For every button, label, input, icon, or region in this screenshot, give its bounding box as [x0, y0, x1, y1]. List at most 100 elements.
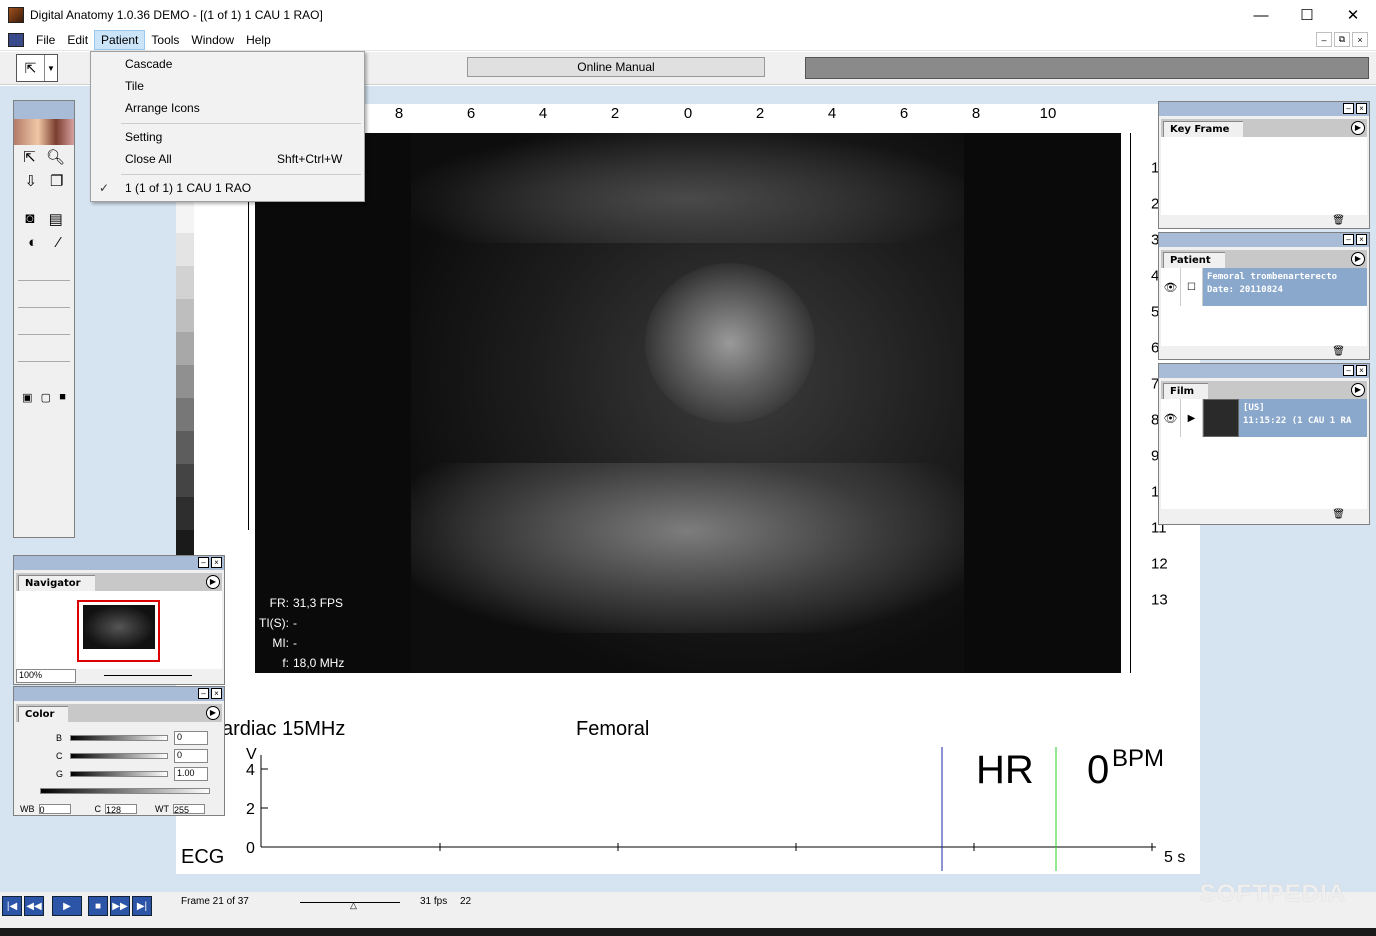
mdi-close-button[interactable]: × [1352, 32, 1368, 47]
eye-icon[interactable]: 👁︎ [1161, 268, 1181, 306]
ruler-tick-label: 6 [899, 105, 909, 122]
ruler-tick-label: 4 [538, 105, 548, 122]
ruler-tick-label: 10 [1039, 105, 1057, 122]
b-value-input[interactable]: 0 [174, 731, 208, 745]
panel-close-button[interactable]: × [211, 688, 222, 699]
panel-menu-icon[interactable]: ▶ [1351, 252, 1365, 266]
panel-minimize-button[interactable]: – [198, 688, 209, 699]
menu-patient[interactable]: Patient [94, 30, 146, 50]
tab-patient[interactable]: Patient [1163, 252, 1225, 268]
tab-color[interactable]: Color [18, 706, 69, 722]
ecg-y-tick: 4 [246, 762, 255, 779]
avatar[interactable] [14, 119, 74, 145]
g-value-input[interactable]: 1.00 [174, 767, 208, 781]
c-value-input[interactable]: 0 [174, 749, 208, 763]
patient-list-item[interactable]: 👁︎ ☐ Femoral trombenarterecto Date: 2011… [1161, 268, 1367, 306]
panel-menu-icon[interactable]: ▶ [1351, 383, 1365, 397]
zoom-slider[interactable] [104, 675, 192, 676]
checkbox[interactable]: ☐ [1181, 268, 1203, 306]
panel-close-button[interactable]: × [211, 557, 222, 568]
layout-icon[interactable]: ■ [59, 391, 66, 404]
trash-icon[interactable]: 🗑︎ [1332, 509, 1345, 520]
ecg-y-unit: V [246, 746, 257, 763]
panel-menu-icon[interactable]: ▶ [206, 575, 220, 589]
stop-button[interactable]: ■ [88, 896, 108, 916]
navigator-thumbnail[interactable] [77, 600, 160, 662]
menu-item-close-all[interactable]: Close All Shft+Ctrl+W [91, 148, 364, 170]
menu-item-window-1[interactable]: ✓ 1 (1 of 1) 1 CAU 1 RAO [91, 177, 364, 199]
ruler-tick-label: 2 [755, 105, 765, 122]
menu-item-arrange-icons[interactable]: Arrange Icons [91, 97, 364, 119]
panel-menu-icon[interactable]: ▶ [1351, 121, 1365, 135]
panel-minimize-button[interactable]: – [1343, 365, 1354, 376]
menu-item-tile[interactable]: Tile [91, 75, 364, 97]
menu-bar: File Edit Patient Tools Window Help – ⧉ … [0, 30, 1376, 51]
mdi-restore-button[interactable]: ⧉ [1334, 32, 1350, 47]
frame-counter: Frame 21 of 37 [181, 896, 249, 907]
mdi-minimize-button[interactable]: – [1316, 32, 1332, 47]
fast-forward-button[interactable]: ▶▶ [110, 896, 130, 916]
layout-icon[interactable]: ▣ [22, 391, 32, 404]
menu-tools[interactable]: Tools [145, 31, 185, 49]
tool-palette: ⇱ 🔍︎ ⇩ ❐ ◙ ▤ ◐ ⁄ ▣ ▢ ■ [13, 100, 75, 538]
title-bar: Digital Anatomy 1.0.36 DEMO - [(1 of 1) … [0, 0, 1376, 30]
ruler-tick-label: 6 [466, 105, 476, 122]
menu-item-setting[interactable]: Setting [91, 126, 364, 148]
top-ruler: 8 6 4 2 0 2 4 6 8 10 [370, 105, 1090, 127]
panel-minimize-button[interactable]: – [198, 557, 209, 568]
contrast-icon[interactable]: ◐ [28, 234, 37, 251]
film-time: 11:15:22 (1 CAU 1 RA [1243, 416, 1352, 426]
play-button[interactable]: ▶ [52, 896, 82, 916]
hr-label: HR [976, 748, 1034, 792]
panel-menu-icon[interactable]: ▶ [206, 706, 220, 720]
move-tool-icon[interactable]: ⇱ [23, 148, 36, 166]
speed-slider[interactable]: △ [300, 900, 400, 910]
panel-close-button[interactable]: × [1356, 103, 1367, 114]
chevron-down-icon[interactable]: ▼ [45, 64, 57, 73]
camera-icon[interactable]: ◙ [25, 210, 34, 228]
document-icon[interactable] [8, 33, 24, 47]
last-frame-button[interactable]: ▶| [132, 896, 152, 916]
arrow-down-icon[interactable]: ⇩ [24, 172, 37, 190]
rewind-button[interactable]: ◀◀ [24, 896, 44, 916]
zoom-icon[interactable]: 🔍︎ [46, 148, 65, 166]
duplicate-icon[interactable]: ❐ [50, 172, 63, 190]
tab-key-frame[interactable]: Key Frame [1163, 121, 1244, 137]
panel-minimize-button[interactable]: – [1343, 234, 1354, 245]
ecg-label: ECG [181, 846, 225, 868]
play-icon[interactable]: ▶ [1181, 399, 1203, 437]
eyedropper-icon[interactable]: ⁄ [57, 234, 60, 251]
maximize-button[interactable]: ☐ [1284, 0, 1330, 30]
pointer-tool-select[interactable]: ⇱ ▼ [16, 54, 58, 82]
note-icon[interactable]: ▤ [49, 210, 63, 228]
panel-close-button[interactable]: × [1356, 234, 1367, 245]
trash-icon[interactable]: 🗑︎ [1332, 346, 1345, 357]
panel-minimize-button[interactable]: – [1343, 103, 1354, 114]
palette-header[interactable] [14, 101, 74, 119]
close-button[interactable]: ✕ [1330, 0, 1376, 30]
zoom-input[interactable]: 100% [16, 669, 76, 683]
time-scale-label: 5 s [1164, 849, 1186, 866]
menu-item-cascade[interactable]: Cascade [91, 53, 364, 75]
tab-film[interactable]: Film [1163, 383, 1209, 399]
watermark: SOFTPEDIA [1199, 880, 1346, 907]
patient-menu-dropdown: Cascade Tile Arrange Icons Setting Close… [90, 51, 365, 202]
pointer-move-icon[interactable]: ⇱ [17, 55, 45, 81]
minimize-button[interactable]: — [1238, 0, 1284, 30]
window-level-bar[interactable] [40, 788, 210, 794]
menu-file[interactable]: File [30, 31, 61, 49]
film-list-item[interactable]: 👁︎ ▶ [US] 11:15:22 (1 CAU 1 RA [1161, 399, 1367, 437]
tab-navigator[interactable]: Navigator [18, 575, 95, 591]
eye-icon[interactable]: 👁︎ [1161, 399, 1181, 437]
ruler-tick-label: 8 [394, 105, 404, 122]
panel-close-button[interactable]: × [1356, 365, 1367, 376]
layout-icon[interactable]: ▢ [41, 391, 51, 404]
online-manual-button[interactable]: Online Manual [467, 57, 765, 77]
checkmark-icon: ✓ [99, 181, 110, 195]
first-frame-button[interactable]: |◀ [2, 896, 22, 916]
menu-help[interactable]: Help [240, 31, 277, 49]
menu-window[interactable]: Window [185, 31, 240, 49]
trash-icon[interactable]: 🗑︎ [1332, 215, 1345, 226]
menu-edit[interactable]: Edit [61, 31, 94, 49]
ultrasound-image[interactable]: FR: 31,3 FPS TI(S): - MI: - f: 18,0 MHz [255, 133, 1121, 673]
